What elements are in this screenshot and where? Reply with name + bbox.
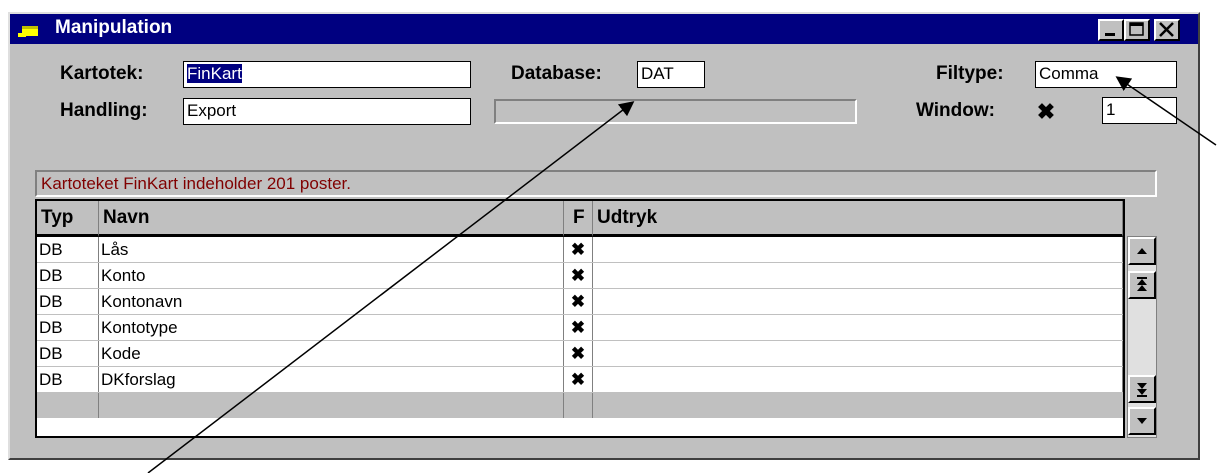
table-row-new[interactable] xyxy=(37,393,1123,418)
scroll-page-up-button[interactable] xyxy=(1128,271,1156,299)
minimize-button[interactable] xyxy=(1098,19,1124,41)
table-row[interactable]: DB Kode ✖ xyxy=(37,341,1123,367)
cell-typ: DB xyxy=(37,289,99,314)
cell-typ: DB xyxy=(37,263,99,288)
kartotek-field[interactable]: FinKart xyxy=(183,61,471,88)
cell-navn[interactable]: Lås xyxy=(99,237,564,262)
kartotek-label: Kartotek: xyxy=(60,63,144,84)
close-button[interactable] xyxy=(1154,19,1180,41)
kartotek-value: FinKart xyxy=(187,64,242,83)
window-title: Manipulation xyxy=(55,17,173,38)
window-label: Window: xyxy=(916,100,995,121)
scroll-down-icon xyxy=(1137,418,1147,424)
cell-udtryk[interactable] xyxy=(593,315,1123,340)
handling-field[interactable]: Export xyxy=(183,98,471,125)
cell-f-checkbox[interactable]: ✖ xyxy=(564,263,593,288)
cell-navn[interactable]: Konto xyxy=(99,263,564,288)
column-header-navn[interactable]: Navn xyxy=(99,201,564,237)
cell-udtryk[interactable] xyxy=(593,289,1123,314)
title-bar[interactable] xyxy=(10,14,1198,44)
scroll-page-down-icon xyxy=(1137,383,1147,397)
cell-udtryk[interactable] xyxy=(593,263,1123,288)
cell-f-checkbox[interactable]: ✖ xyxy=(564,237,593,262)
close-icon xyxy=(1159,22,1174,37)
scroll-down-button[interactable] xyxy=(1128,407,1156,435)
cell-f-checkbox[interactable]: ✖ xyxy=(564,367,593,392)
minimize-icon xyxy=(1105,33,1115,36)
fields-table: Typ Navn F Udtryk DB Lås ✖ DB Konto ✖ DB… xyxy=(35,199,1125,438)
cell-udtryk[interactable] xyxy=(593,237,1123,262)
filtype-label: Filtype: xyxy=(936,63,1004,84)
database-field[interactable]: DAT xyxy=(637,61,705,88)
maximize-icon xyxy=(1129,22,1144,36)
table-row[interactable]: DB DKforslag ✖ xyxy=(37,367,1123,393)
cell-udtryk[interactable] xyxy=(593,341,1123,366)
table-row[interactable]: DB Kontotype ✖ xyxy=(37,315,1123,341)
scroll-up-button[interactable] xyxy=(1128,237,1156,265)
window-number-field[interactable]: 1 xyxy=(1102,97,1177,124)
database-label: Database: xyxy=(511,63,602,84)
maximize-button[interactable] xyxy=(1124,19,1150,41)
cell-typ: DB xyxy=(37,237,99,262)
cell-navn xyxy=(99,393,564,418)
column-header-typ[interactable]: Typ xyxy=(37,201,99,237)
vertical-scrollbar[interactable] xyxy=(1127,236,1157,438)
scroll-page-up-icon xyxy=(1137,277,1147,291)
cell-f-checkbox xyxy=(564,393,593,418)
cell-navn[interactable]: Kontotype xyxy=(99,315,564,340)
cell-navn[interactable]: DKforslag xyxy=(99,367,564,392)
cell-navn[interactable]: Kode xyxy=(99,341,564,366)
cell-typ: DB xyxy=(37,341,99,366)
cell-f-checkbox[interactable]: ✖ xyxy=(564,315,593,340)
filtype-field[interactable]: Comma xyxy=(1035,61,1177,88)
table-row[interactable]: DB Kontonavn ✖ xyxy=(37,289,1123,315)
cell-udtryk[interactable] xyxy=(593,367,1123,392)
handling-label: Handling: xyxy=(60,100,148,121)
window-checkbox[interactable]: ✖ xyxy=(1033,99,1059,125)
column-header-udtryk[interactable]: Udtryk xyxy=(593,201,1123,237)
cell-f-checkbox[interactable]: ✖ xyxy=(564,289,593,314)
column-header-f[interactable]: F xyxy=(564,201,593,237)
database-status-field xyxy=(494,99,857,124)
status-message: Kartoteket FinKart indeholder 201 poster… xyxy=(35,170,1157,197)
cell-navn[interactable]: Kontonavn xyxy=(99,289,564,314)
scroll-page-down-button[interactable] xyxy=(1128,375,1156,403)
cell-typ: DB xyxy=(37,315,99,340)
table-row[interactable]: DB Konto ✖ xyxy=(37,263,1123,289)
table-row[interactable]: DB Lås ✖ xyxy=(37,237,1123,263)
cell-typ: DB xyxy=(37,367,99,392)
cell-f-checkbox[interactable]: ✖ xyxy=(564,341,593,366)
cell-typ xyxy=(37,393,99,418)
scroll-up-icon xyxy=(1137,248,1147,254)
app-window-icon xyxy=(18,26,38,37)
